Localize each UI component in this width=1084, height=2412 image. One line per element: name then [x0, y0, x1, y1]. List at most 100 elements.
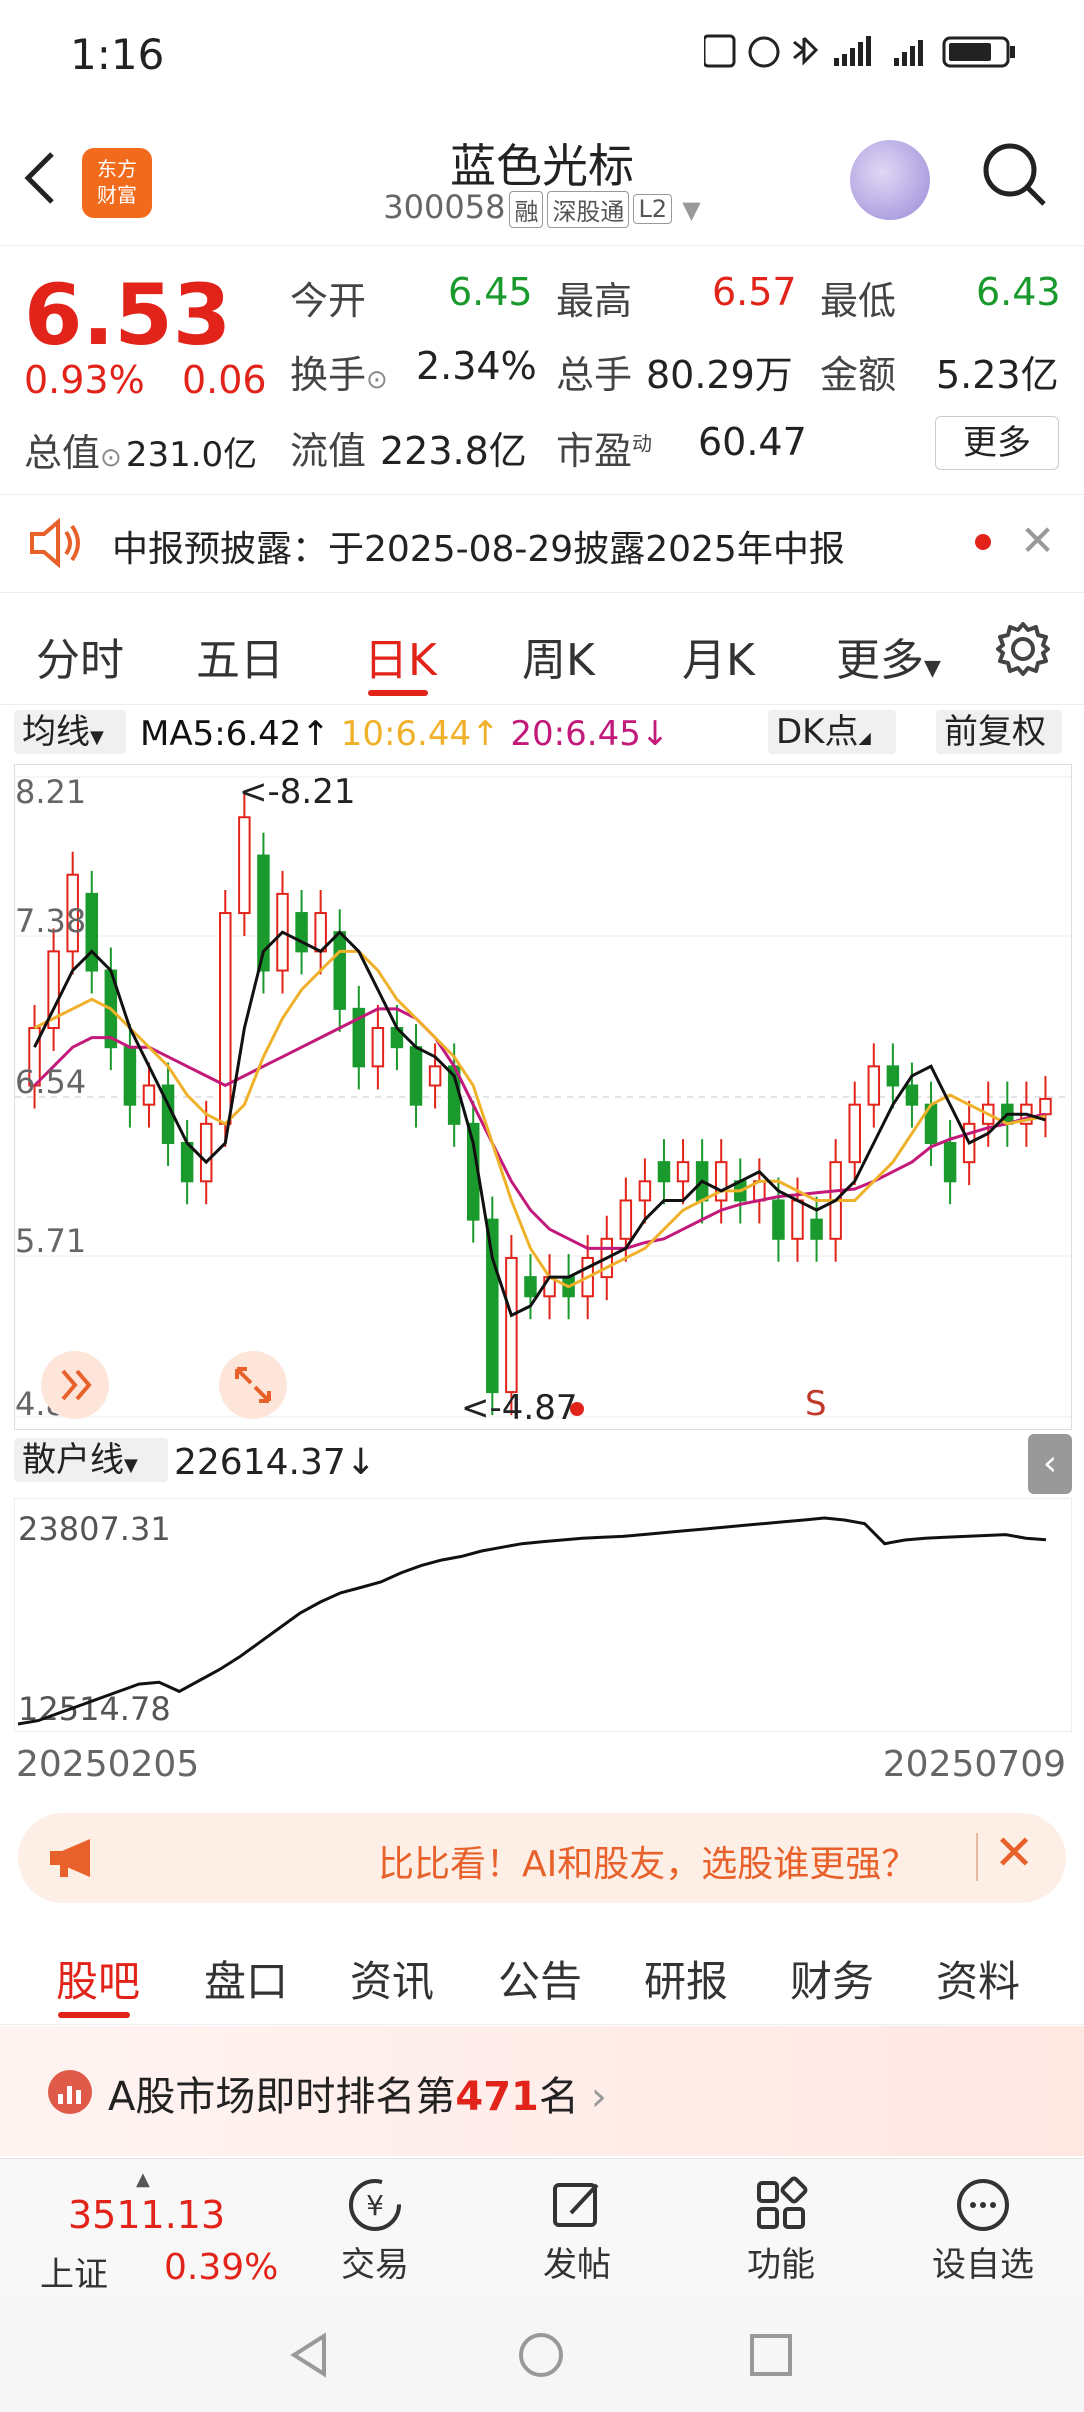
settings-gear-icon[interactable] [994, 620, 1052, 678]
rank-text: A股市场即时排名第471名 › [108, 2064, 607, 2122]
post-label: 发帖 [543, 2245, 611, 2285]
amount-value: 5.23亿 [936, 353, 1059, 397]
candle-body [428, 1065, 442, 1087]
retail-line-svg: 23807.31 12514.78 [14, 1498, 1072, 1732]
ma20-value: 20:6.45↓ [510, 714, 670, 754]
sub-indicator-label: 散户线 [22, 1440, 124, 1480]
start-date: 20250205 [16, 1744, 200, 1785]
retail-line-chart[interactable]: 散户线▼ 22614.37↓ ‹ 23807.31 12514.78 [14, 1434, 1072, 1732]
kline-chart[interactable]: 8.217.386.545.714.87 <-8.21 <-4.87 S [14, 764, 1072, 1430]
candle-body [810, 1218, 823, 1240]
tab-announcements[interactable]: 公告 [498, 1948, 582, 2009]
change-percent: 0.93% [24, 358, 145, 402]
speaker-icon [30, 518, 80, 568]
tab-intraday[interactable]: 分时 [36, 624, 124, 688]
open-value: 6.45 [448, 270, 533, 314]
rank-prefix: A股市场即时排名第 [108, 2074, 456, 2120]
ma5-value: MA5:6.42↑ [140, 714, 330, 754]
svg-text:¥: ¥ [366, 2189, 384, 2222]
max-price-annotation: <-8.21 [239, 772, 355, 812]
search-button[interactable] [980, 140, 1050, 210]
tab-weekly-k[interactable]: 周K [522, 624, 595, 688]
tab-daily-k[interactable]: 日K [364, 624, 437, 688]
promo-banner[interactable]: 比比看！AI和股友，选股谁更强？ ✕ [18, 1813, 1066, 1903]
pe-label[interactable]: 市盈动 [556, 420, 652, 475]
active-tab-indicator [368, 690, 428, 696]
retail-line-value: 22614.37↓ [174, 1442, 376, 1483]
candle-body [848, 1103, 861, 1164]
volume-value: 80.29万 [646, 353, 793, 397]
pe-dynamic-mark: 动 [632, 431, 653, 456]
ma10-value: 10:6.44↑ [340, 714, 500, 754]
info-icon: ⊙ [366, 365, 388, 395]
nav-back-icon[interactable] [284, 2330, 334, 2380]
pe-value: 60.47 [698, 420, 807, 464]
close-icon[interactable]: ✕ [1020, 516, 1055, 565]
candle-body [142, 1084, 156, 1106]
info-icon: ⊙ [100, 443, 122, 473]
candle-body [85, 892, 99, 972]
candle-body [905, 1084, 919, 1106]
ma-values: MA5:6.42↑ 10:6.44↑ 20:6.45↓ [140, 714, 669, 754]
dropdown-triangle-icon: ▼ [682, 196, 701, 224]
candle-body [638, 1180, 652, 1202]
status-icons [702, 30, 1044, 79]
sub-y-min: 12514.78 [18, 1690, 171, 1728]
tab-monthly-k[interactable]: 月K [682, 624, 755, 688]
promo-text: 比比看！AI和股友，选股谁更强？ [378, 1844, 918, 1885]
tab-order-book[interactable]: 盘口 [204, 1948, 288, 2009]
amount-label: 金额 [820, 353, 897, 397]
market-rank-card[interactable]: A股市场即时排名第471名 › [0, 2026, 1084, 2156]
collapse-arrow-icon[interactable]: ‹ [1028, 1434, 1072, 1494]
divider [976, 1833, 978, 1881]
candle-body [123, 1046, 137, 1106]
volume-label: 总手 [556, 353, 633, 397]
sub-indicator-select[interactable]: 散户线▼ [14, 1438, 168, 1482]
index-ticker[interactable]: ▲ 3511.13 上证 0.39% [40, 2169, 290, 2295]
candle-body [676, 1161, 690, 1183]
tab-news[interactable]: 资讯 [350, 1948, 434, 2009]
float-cap-value: 223.8亿 [380, 429, 527, 473]
pe-label-text: 市盈 [556, 429, 633, 473]
connect-tag: 深股通 [547, 190, 630, 228]
up-triangle-icon: ▲ [136, 2169, 150, 2190]
corner-triangle-icon: ◢ [858, 728, 871, 747]
turnover-label[interactable]: 换手⊙ [290, 344, 388, 399]
expand-left-button[interactable] [41, 1351, 109, 1419]
low-label: 最低 [820, 279, 897, 323]
retail-line-path [17, 1516, 1047, 1726]
nav-home-icon[interactable] [516, 2330, 566, 2380]
trade-label: 交易 [341, 2245, 409, 2285]
tab-forum[interactable]: 股吧 [56, 1948, 140, 2009]
fullscreen-button[interactable] [219, 1351, 287, 1419]
ai-robot-avatar[interactable] [850, 140, 930, 220]
tab-more[interactable]: 更多▼ [836, 624, 941, 688]
dropdown-triangle-icon: ▼ [90, 727, 104, 748]
index-change: 0.39% [164, 2247, 279, 2288]
candle-body [943, 1141, 957, 1183]
megaphone-icon [50, 1839, 90, 1877]
trade-button[interactable]: ¥ 交易 [300, 2175, 450, 2286]
rank-number: 471 [455, 2074, 539, 2120]
more-quote-button[interactable]: 更多 [935, 416, 1059, 470]
candle-body [199, 1122, 213, 1183]
add-watchlist-label: 设自选 [932, 2245, 1034, 2285]
min-price-annotation: <-4.87 [461, 1388, 577, 1428]
tab-five-day[interactable]: 五日 [196, 624, 284, 688]
function-button[interactable]: 功能 [706, 2175, 856, 2286]
add-watchlist-button[interactable]: 设自选 [908, 2175, 1058, 2286]
dk-point-select[interactable]: DK点◢ [768, 710, 896, 754]
tab-research[interactable]: 研报 [644, 1948, 728, 2009]
post-button[interactable]: 发帖 [502, 2175, 652, 2286]
candle-body [238, 816, 251, 915]
adjust-select[interactable]: 前复权 [936, 710, 1062, 754]
candle-body [791, 1199, 804, 1240]
close-icon[interactable]: ✕ [994, 1825, 1034, 1881]
nav-recents-icon[interactable] [746, 2330, 796, 2380]
notice-bar[interactable]: 中报预披露：于2025-08-29披露2025年中报 ✕ [0, 496, 1084, 593]
ma-select[interactable]: 均线▼ [14, 710, 126, 754]
y-tick-label: 7.38 [15, 902, 86, 940]
tab-profile[interactable]: 资料 [936, 1948, 1020, 2009]
tab-financials[interactable]: 财务 [790, 1948, 874, 2009]
total-cap-label[interactable]: 总值⊙ 231.0亿 [24, 422, 257, 477]
